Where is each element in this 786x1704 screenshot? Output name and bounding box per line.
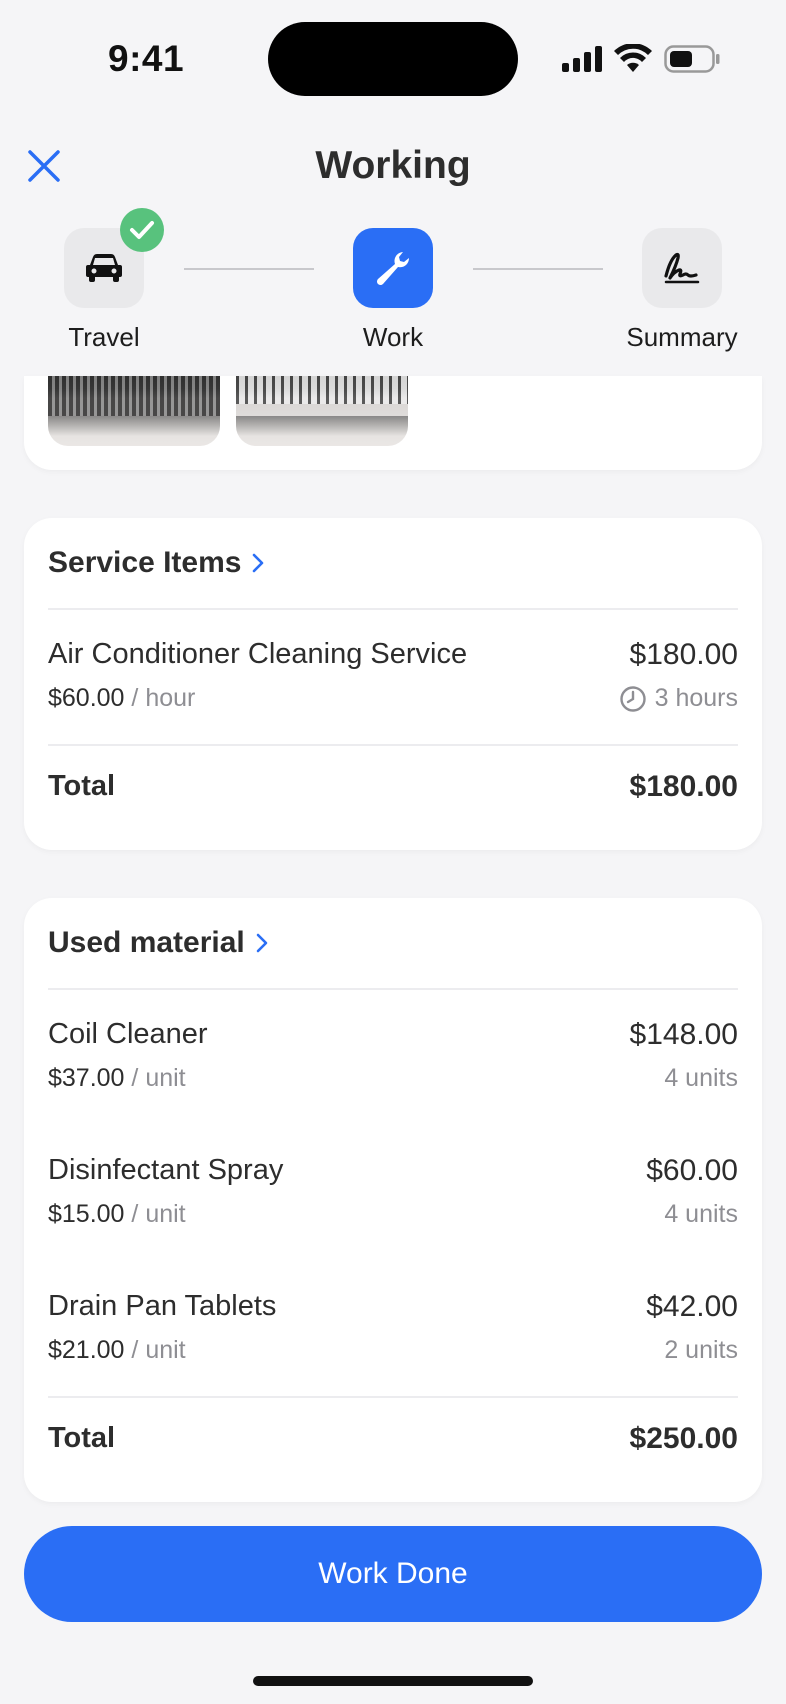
item-name: Air Conditioner Cleaning Service xyxy=(48,638,468,670)
used-material-header[interactable]: Used material xyxy=(48,926,269,960)
item-name: Disinfectant Spray xyxy=(48,1154,284,1186)
step-work-box xyxy=(353,228,433,308)
item-price: $42.00 xyxy=(646,1290,738,1323)
divider xyxy=(48,988,738,990)
battery-icon xyxy=(664,45,720,73)
item-rate: $60.00 / hour xyxy=(48,684,196,712)
step-work[interactable]: Work xyxy=(313,228,473,353)
service-item-row[interactable]: Air Conditioner Cleaning Service $180.00… xyxy=(48,638,738,728)
item-quantity: 3 hours xyxy=(619,684,738,713)
step-summary[interactable]: Summary xyxy=(602,228,762,353)
section-title: Service Items xyxy=(48,546,242,579)
photo-thumbnail[interactable] xyxy=(48,376,220,446)
item-quantity: 4 units xyxy=(664,1200,738,1228)
step-travel-box xyxy=(64,208,164,308)
progress-stepper: Travel Work Summary xyxy=(0,208,786,358)
photos-card xyxy=(24,376,762,470)
divider xyxy=(48,1396,738,1398)
wrench-icon xyxy=(376,252,410,286)
used-material-card: Used material Coil Cleaner $148.00 $37.0… xyxy=(24,898,762,1502)
signal-icon xyxy=(562,46,602,72)
item-rate: $21.00 / unit xyxy=(48,1336,186,1364)
material-item-row[interactable]: Drain Pan Tablets $42.00 $21.00 / unit 2… xyxy=(48,1290,738,1380)
item-name: Coil Cleaner xyxy=(48,1018,208,1050)
material-item-row[interactable]: Coil Cleaner $148.00 $37.00 / unit 4 uni… xyxy=(48,1018,738,1108)
chevron-right-icon xyxy=(256,933,268,953)
dynamic-island xyxy=(268,22,518,96)
item-rate: $37.00 / unit xyxy=(48,1064,186,1092)
item-price: $148.00 xyxy=(629,1018,738,1051)
item-rate: $15.00 / unit xyxy=(48,1200,186,1228)
home-indicator xyxy=(253,1676,533,1686)
wifi-icon xyxy=(614,44,652,72)
service-items-card: Service Items Air Conditioner Cleaning S… xyxy=(24,518,762,850)
signature-icon xyxy=(664,252,700,284)
clock-icon xyxy=(619,685,646,712)
total-label: Total xyxy=(48,1422,116,1454)
total-value: $250.00 xyxy=(629,1422,738,1455)
work-done-button[interactable]: Work Done xyxy=(24,1526,762,1622)
service-items-header[interactable]: Service Items xyxy=(48,546,265,580)
step-connector xyxy=(184,268,314,270)
car-icon xyxy=(86,254,122,282)
status-bar: 9:41 xyxy=(0,0,786,120)
status-time: 9:41 xyxy=(108,38,185,79)
check-icon xyxy=(120,208,164,252)
total-label: Total xyxy=(48,770,116,802)
item-price: $60.00 xyxy=(646,1154,738,1187)
step-connector xyxy=(473,268,603,270)
step-label: Work xyxy=(362,322,424,352)
total-value: $180.00 xyxy=(629,770,738,803)
material-item-row[interactable]: Disinfectant Spray $60.00 $15.00 / unit … xyxy=(48,1154,738,1244)
section-title: Used material xyxy=(48,926,245,959)
step-label: Travel xyxy=(68,322,140,352)
page-title: Working xyxy=(315,144,471,187)
step-travel[interactable]: Travel xyxy=(24,208,184,353)
header: Working xyxy=(0,130,786,204)
item-name: Drain Pan Tablets xyxy=(48,1290,277,1322)
item-price: $180.00 xyxy=(629,638,738,671)
item-quantity: 2 units xyxy=(664,1336,738,1364)
divider xyxy=(48,608,738,610)
step-label: Summary xyxy=(626,322,738,352)
chevron-right-icon xyxy=(253,553,264,573)
photo-thumbnail[interactable] xyxy=(236,376,408,446)
divider xyxy=(48,744,738,746)
step-summary-box xyxy=(642,228,722,308)
item-quantity: 4 units xyxy=(664,1064,738,1092)
